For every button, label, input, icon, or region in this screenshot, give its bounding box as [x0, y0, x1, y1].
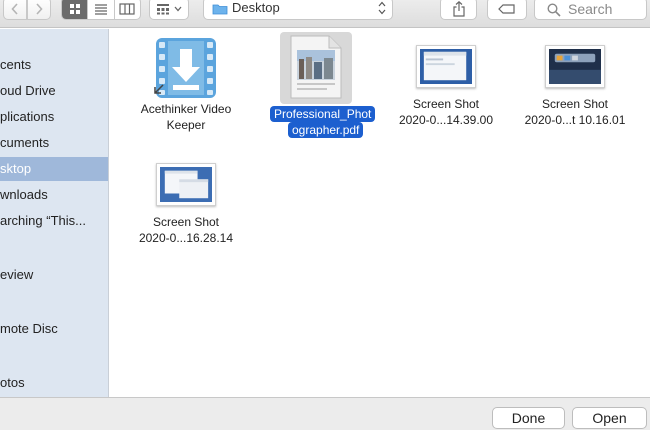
sidebar-item-label: arching “This...: [0, 213, 86, 228]
sidebar-item-label: mote Disc: [0, 321, 58, 336]
sidebar-item-label: oud Drive: [0, 83, 56, 98]
search-placeholder: Search: [568, 1, 613, 17]
sidebar-item-label: plications: [0, 109, 55, 124]
forward-button[interactable]: [27, 0, 51, 20]
view-mode-control: [61, 0, 141, 20]
screenshot-image: [549, 49, 601, 84]
sidebar-item-preview[interactable]: eview: [0, 263, 108, 287]
sidebar-item-desktop[interactable]: sktop: [0, 157, 108, 181]
arrange-button[interactable]: [149, 0, 189, 20]
list-icon: [94, 3, 107, 15]
sidebar-item-documents[interactable]: cuments: [0, 131, 108, 155]
screenshot-image: [420, 49, 472, 84]
sidebar-item-label: sktop: [0, 161, 32, 176]
file-name-line2: 2020-0...14.39.00: [398, 113, 494, 127]
chevron-left-icon: [11, 3, 18, 15]
file-name-line1: Acethinker Video: [140, 102, 232, 116]
group-grid-icon: [157, 3, 169, 14]
sidebar-item-label: cents: [0, 57, 32, 72]
chevron-right-icon: [36, 3, 43, 15]
screenshot-thumbnail: [416, 45, 476, 88]
sidebar-item-searching-this-mac[interactable]: arching “This...: [0, 209, 108, 233]
screenshot-image: [160, 167, 212, 202]
pdf-document-icon: [290, 35, 342, 99]
file-item[interactable]: Screen Shot 2020-0...t 10.16.01: [510, 45, 640, 128]
sidebar-item-label: cuments: [0, 135, 50, 150]
back-button[interactable]: [3, 0, 27, 20]
file-item[interactable]: Screen Shot 2020-0...14.39.00: [381, 45, 511, 128]
up-down-arrows-icon: [378, 1, 386, 15]
file-name-line1: Screen Shot: [541, 97, 609, 111]
sidebar-item-remote-disc[interactable]: mote Disc: [0, 317, 108, 341]
column-view-button[interactable]: [115, 0, 140, 19]
list-view-button[interactable]: [88, 0, 115, 19]
share-icon: [452, 0, 465, 17]
columns-icon: [119, 2, 135, 15]
bottom-bar: Done Open: [0, 397, 650, 430]
share-button[interactable]: [440, 0, 477, 20]
grid-icon: [69, 3, 80, 14]
file-item[interactable]: Screen Shot 2020-0...16.28.14: [121, 163, 251, 246]
sidebar-item-label: eview: [0, 267, 34, 282]
file-name-line2: ographer.pdf: [288, 122, 364, 138]
screenshot-thumbnail: [156, 163, 216, 206]
chevron-down-icon: [174, 6, 182, 11]
tag-icon: [498, 3, 515, 14]
file-name-line1: Professional_Phot: [270, 106, 376, 122]
sidebar-item-label: wnloads: [0, 187, 48, 202]
sidebar-item-downloads[interactable]: wnloads: [0, 183, 108, 207]
screenshot-thumbnail: [545, 45, 605, 88]
open-button[interactable]: Open: [572, 407, 647, 429]
file-name-line1: Screen Shot: [412, 97, 480, 111]
tag-button[interactable]: [487, 0, 527, 20]
location-popup[interactable]: Desktop: [203, 0, 393, 20]
done-button[interactable]: Done: [492, 407, 565, 429]
file-browser: Acethinker Video Keeper Professional_Pho…: [110, 29, 650, 397]
sidebar-item-applications[interactable]: plications: [0, 105, 108, 129]
file-item[interactable]: Acethinker Video Keeper: [121, 35, 251, 133]
sidebar-item-recents[interactable]: cents: [0, 53, 108, 77]
file-name-line2: 2020-0...t 10.16.01: [524, 113, 626, 127]
sidebar-item-icloud-drive[interactable]: oud Drive: [0, 79, 108, 103]
file-name-line2: 2020-0...16.28.14: [138, 231, 234, 245]
search-icon: [547, 3, 561, 17]
toolbar: Desktop Search: [0, 0, 650, 28]
file-name-line1: Screen Shot: [152, 215, 220, 229]
file-name-line2: Keeper: [166, 118, 206, 132]
search-field[interactable]: Search: [534, 0, 647, 20]
folder-icon: [212, 4, 228, 15]
sidebar-item-label: otos: [0, 375, 25, 390]
sidebar-item-photos[interactable]: otos: [0, 371, 108, 395]
location-label: Desktop: [232, 0, 280, 15]
icon-view-button[interactable]: [62, 0, 89, 19]
sidebar: cents oud Drive plications cuments sktop…: [0, 29, 109, 397]
video-app-icon: [154, 38, 216, 98]
